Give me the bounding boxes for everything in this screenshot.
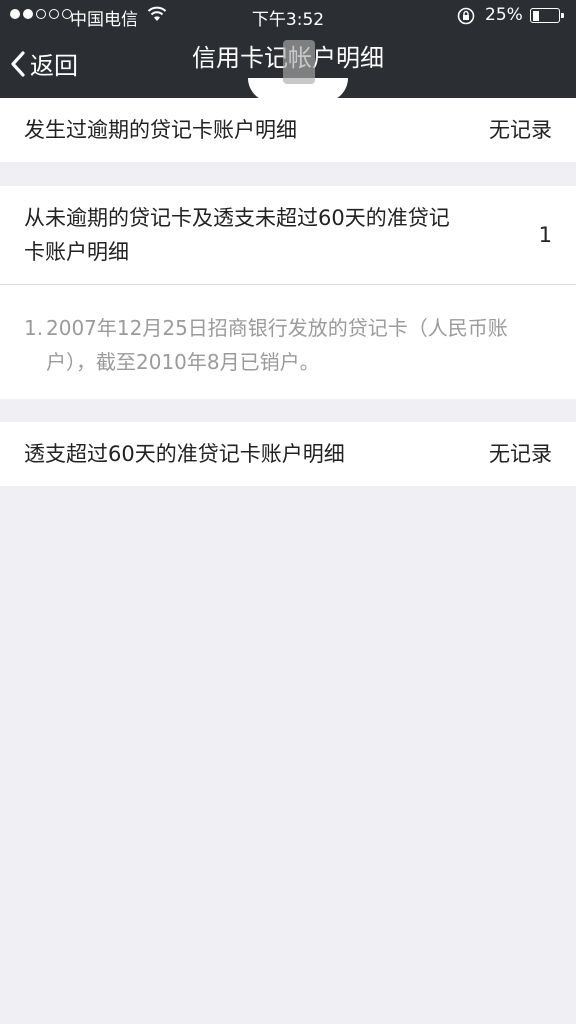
row-value: 无记录 <box>489 118 552 142</box>
overdue-credit-card-row[interactable]: 发生过逾期的贷记卡账户明细 无记录 <box>0 98 576 162</box>
never-overdue-credit-card-row[interactable]: 从未逾期的贷记卡及透支未超过60天的准贷记卡账户明细 1 <box>0 186 576 284</box>
row-label: 透支超过60天的准贷记卡账户明细 <box>24 442 345 466</box>
row-count: 1 <box>538 223 552 247</box>
account-detail-item: 1. 2007年12月25日招商银行发放的贷记卡（人民币账户），截至2010年8… <box>0 285 576 399</box>
row-label: 发生过逾期的贷记卡账户明细 <box>24 118 297 142</box>
overdraft-over-60-days-row[interactable]: 透支超过60天的准贷记卡账户明细 无记录 <box>0 422 576 486</box>
detail-text: 2007年12月25日招商银行发放的贷记卡（人民币账户），截至2010年8月已销… <box>46 316 508 374</box>
battery-icon <box>530 8 564 23</box>
overlay-artifact <box>283 40 315 84</box>
battery-cap <box>561 13 564 18</box>
battery-percent: 25% <box>485 5 523 25</box>
row-label: 从未逾期的贷记卡及透支未超过60天的准贷记卡账户明细 <box>24 206 450 264</box>
status-bar: 中国电信 下午3:52 25% <box>0 0 576 32</box>
detail-index: 1. <box>24 316 44 340</box>
row-value: 无记录 <box>489 442 552 466</box>
battery-level <box>532 10 539 21</box>
rotation-lock-icon <box>457 7 475 30</box>
